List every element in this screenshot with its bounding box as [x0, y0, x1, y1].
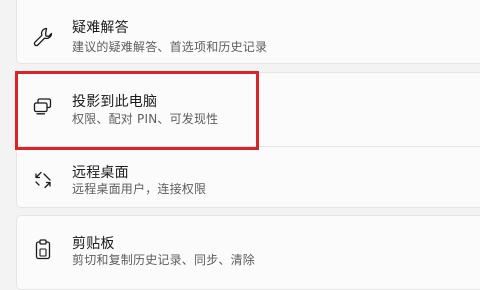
settings-item-title: 疑难解答: [72, 20, 129, 36]
clipboard-icon: [32, 238, 54, 260]
settings-item-clipboard[interactable]: 剪贴板 剪切和复制历史记录、同步、清除: [0, 228, 480, 288]
project-to-pc-icon: [32, 95, 54, 117]
settings-item-project-to-pc[interactable]: 投影到此电脑 权限、配对 PIN、可发现性: [0, 80, 480, 140]
settings-item-remote-desktop[interactable]: 远程桌面 远程桌面用户，连接权限: [0, 155, 480, 215]
settings-item-description: 权限、配对 PIN、可发现性: [72, 112, 219, 126]
settings-item-title: 剪贴板: [72, 236, 115, 252]
remote-desktop-icon: [32, 169, 54, 191]
wrench-icon: [32, 26, 54, 48]
settings-item-description: 远程桌面用户，连接权限: [72, 182, 207, 196]
settings-item-troubleshoot[interactable]: 疑难解答 建议的疑难解答、首选项和历史记录: [0, 0, 480, 60]
settings-item-description: 剪切和复制历史记录、同步、清除: [72, 253, 256, 267]
settings-item-title: 远程桌面: [72, 165, 129, 181]
settings-item-title: 投影到此电脑: [72, 94, 158, 110]
settings-item-description: 建议的疑难解答、首选项和历史记录: [72, 40, 268, 54]
